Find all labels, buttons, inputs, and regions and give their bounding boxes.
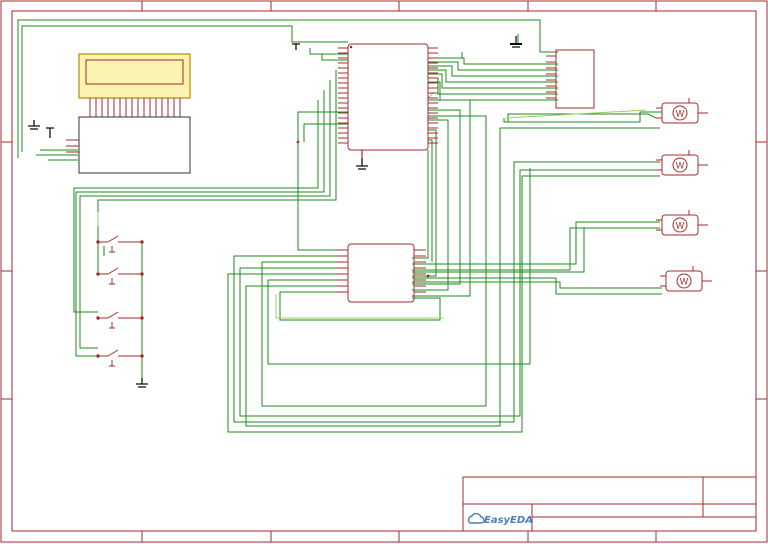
switch-2 bbox=[96, 267, 144, 285]
ground-icon-mcu bbox=[356, 150, 368, 170]
motor-4: W bbox=[660, 266, 712, 292]
header-connector bbox=[546, 49, 595, 109]
lcd-module bbox=[66, 53, 191, 174]
motor-2: W bbox=[656, 150, 708, 176]
motor-driver-chip bbox=[336, 243, 426, 303]
logo-text: EasyEDA bbox=[484, 515, 533, 526]
motor-2-label: W bbox=[676, 161, 685, 171]
motors: W W W W bbox=[656, 98, 712, 292]
motor-3-label: W bbox=[676, 221, 685, 231]
motor-4-label: W bbox=[680, 277, 689, 287]
motor-1: W bbox=[656, 98, 708, 124]
ground-icon-lcd bbox=[28, 120, 40, 130]
easyeda-logo: EasyEDA bbox=[467, 512, 533, 526]
junction-dots bbox=[296, 140, 430, 278]
vcc-icon-mcu bbox=[292, 43, 300, 50]
schematic-sheet: EasyEDA W W W W bbox=[0, 0, 768, 543]
vcc-icon-lcd bbox=[46, 127, 54, 138]
motor-3: W bbox=[656, 210, 708, 236]
motor-1-label: W bbox=[676, 109, 685, 119]
switch-3 bbox=[96, 311, 144, 329]
switch-4 bbox=[96, 349, 144, 367]
lcd-pins bbox=[89, 98, 181, 117]
wires-light bbox=[97, 91, 647, 319]
ground-icon-header bbox=[510, 36, 522, 48]
cloud-icon bbox=[467, 512, 485, 524]
mcu-left-pins bbox=[338, 47, 348, 144]
ground-icon-switches bbox=[136, 378, 148, 388]
microcontroller-chip bbox=[338, 43, 438, 151]
